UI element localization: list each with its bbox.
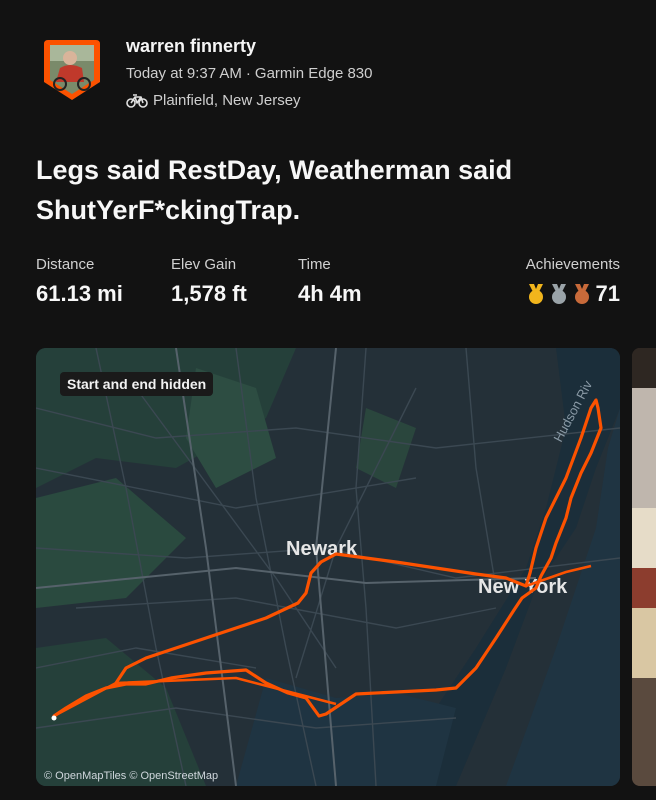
bike-icon	[126, 93, 148, 108]
stat-label: Achievements	[525, 256, 620, 273]
achievement-count: 71	[595, 281, 620, 306]
route-end-dot	[51, 715, 57, 721]
bronze-medal-icon	[574, 284, 589, 304]
silver-medal-icon	[551, 284, 566, 304]
map-canvas: Newark New York Hudson Riv	[36, 348, 620, 786]
map-label-new-york: New York	[478, 576, 568, 598]
stat-value: 1,578 ft	[171, 281, 247, 306]
activity-location: Plainfield, New Jersey	[126, 92, 301, 109]
route-map[interactable]: Newark New York Hudson Riv Start and end…	[36, 348, 620, 786]
activity-title[interactable]: Legs said RestDay, Weatherman said ShutY…	[36, 150, 596, 230]
athlete-avatar[interactable]	[42, 38, 102, 102]
achievements-row: 71	[523, 281, 620, 307]
stat-label: Time	[298, 256, 331, 273]
stat-distance: Distance 61.13 mi	[36, 256, 123, 307]
athlete-name[interactable]: warren finnerty	[126, 36, 256, 57]
separator: ·	[245, 65, 251, 82]
photo-image	[632, 348, 656, 786]
privacy-badge: Start and end hidden	[60, 372, 214, 396]
device-name: Garmin Edge 830	[254, 65, 373, 82]
stat-label: Elev Gain	[171, 256, 237, 273]
stat-achievements[interactable]: Achievements 71	[523, 256, 620, 307]
map-attribution[interactable]: © OpenMapTiles © OpenStreetMap	[44, 770, 218, 782]
stat-elevation: Elev Gain 1,578 ft	[171, 256, 247, 307]
stat-label: Distance	[36, 256, 95, 273]
photo-thumbnail[interactable]	[632, 348, 656, 786]
stat-value: 4h 4m	[298, 281, 362, 306]
gold-medal-icon	[528, 284, 543, 304]
stat-value: 61.13 mi	[36, 281, 123, 306]
activity-time: Today at 9:37 AM	[126, 65, 242, 82]
activity-meta: Today at 9:37 AM · Garmin Edge 830	[126, 65, 372, 82]
location-text: Plainfield, New Jersey	[153, 92, 301, 109]
stat-time: Time 4h 4m	[298, 256, 362, 307]
